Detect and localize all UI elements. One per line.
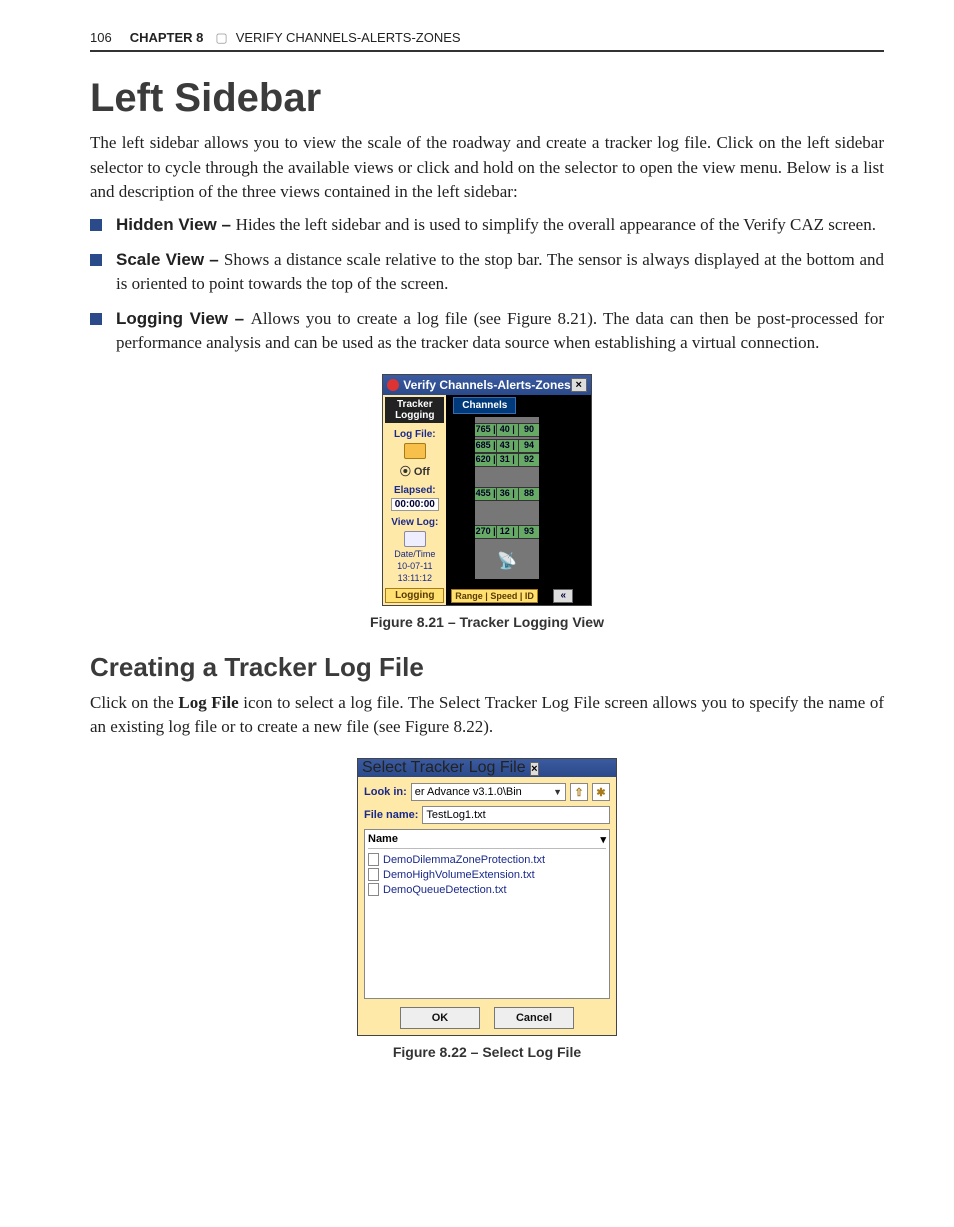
list-item: Logging View – Allows you to create a lo…	[90, 307, 884, 356]
list-item-text: Logging View – Allows you to create a lo…	[116, 307, 884, 356]
page-number: 106	[90, 30, 112, 45]
header-rule	[90, 50, 884, 52]
view-log-label: View Log:	[385, 517, 444, 528]
header-square-icon: ▢	[215, 30, 227, 46]
lane-display: 765 |40 |90 685 |43 |94 620 |31 |92 455 …	[475, 417, 539, 579]
close-icon[interactable]: ×	[530, 762, 538, 776]
vehicle-row: 685 |43 |94	[475, 439, 539, 453]
lookin-label: Look in:	[364, 786, 407, 798]
vehicle-row: 455 |36 |88	[475, 487, 539, 501]
list-item-text: Hidden View – Hides the left sidebar and…	[116, 213, 884, 238]
filename-row: File name:	[364, 806, 610, 824]
section-title: Left Sidebar	[90, 76, 884, 121]
cancel-button[interactable]: Cancel	[494, 1007, 574, 1029]
select-log-file-window: Select Tracker Log File × Look in: er Ad…	[357, 758, 617, 1036]
subsection-paragraph: Click on the Log File icon to select a l…	[90, 691, 884, 740]
chapter-label: CHAPTER 8	[130, 30, 204, 45]
subsection-title: Creating a Tracker Log File	[90, 652, 884, 683]
up-folder-icon[interactable]: ⇧	[570, 783, 588, 801]
folder-icon[interactable]	[404, 443, 426, 459]
log-file-label: Log File:	[385, 429, 444, 440]
file-icon	[368, 853, 379, 866]
figure-8-22: Select Tracker Log File × Look in: er Ad…	[90, 758, 884, 1060]
close-icon[interactable]: ×	[571, 378, 587, 392]
list-item-lead: Hidden View –	[116, 215, 236, 234]
dialog-button-row: OK Cancel	[364, 1007, 610, 1029]
window-titlebar: Select Tracker Log File ×	[358, 759, 616, 777]
page-header: 106 CHAPTER 8 ▢ VERIFY CHANNELS-ALERTS-Z…	[90, 30, 884, 46]
lookin-select[interactable]: er Advance v3.1.0\Bin▼	[411, 783, 566, 801]
ok-button[interactable]: OK	[400, 1007, 480, 1029]
channels-tab[interactable]: Channels	[453, 397, 516, 414]
list-item-body: Hides the left sidebar and is used to si…	[236, 215, 876, 234]
list-item-lead: Scale View –	[116, 250, 224, 269]
list-header[interactable]: Name▾	[368, 833, 606, 849]
bullet-list: Hidden View – Hides the left sidebar and…	[90, 213, 884, 356]
file-listbox[interactable]: Name▾ DemoDilemmaZoneProtection.txt Demo…	[364, 829, 610, 999]
figure-8-22-caption: Figure 8.22 – Select Log File	[90, 1044, 884, 1060]
intro-paragraph: The left sidebar allows you to view the …	[90, 131, 884, 205]
file-item[interactable]: DemoHighVolumeExtension.txt	[368, 867, 606, 882]
figure-8-21: Verify Channels-Alerts-Zones × Tracker L…	[90, 374, 884, 630]
channels-pane: Channels 765 |40 |90 685 |43 |94 620 |31…	[447, 395, 577, 605]
sensor-icon: 📡	[497, 551, 517, 571]
chevron-down-icon: ▼	[553, 787, 562, 797]
range-speed-id-tabs[interactable]: Range | Speed | ID	[451, 589, 538, 603]
vehicle-row: 620 |31 |92	[475, 453, 539, 467]
view-log-icon[interactable]	[404, 531, 426, 547]
list-item-lead: Logging View –	[116, 309, 251, 328]
record-off-icon[interactable]: ⦿ Off	[385, 463, 444, 479]
window-title: Verify Channels-Alerts-Zones	[403, 378, 570, 392]
list-item: Hidden View – Hides the left sidebar and…	[90, 213, 884, 238]
vehicle-row: 765 |40 |90	[475, 423, 539, 437]
file-icon	[368, 868, 379, 881]
window-titlebar: Verify Channels-Alerts-Zones ×	[383, 375, 590, 395]
collapse-button[interactable]: «	[553, 589, 573, 603]
bullet-icon	[90, 219, 102, 231]
logging-tab[interactable]: Logging	[385, 588, 444, 603]
bullet-icon	[90, 254, 102, 266]
sort-arrow-icon: ▾	[600, 833, 606, 846]
vehicle-row: 270 |12 |93	[475, 525, 539, 539]
filename-input[interactable]	[422, 806, 610, 824]
time-value: 13:11:12	[385, 574, 444, 584]
new-folder-icon[interactable]: ✱	[592, 783, 610, 801]
elapsed-label: Elapsed:	[385, 485, 444, 496]
file-icon	[368, 883, 379, 896]
figure-8-21-caption: Figure 8.21 – Tracker Logging View	[90, 614, 884, 630]
datetime-label: Date/Time	[385, 550, 444, 560]
bullet-icon	[90, 313, 102, 325]
sidebar-tab[interactable]: Tracker Logging	[385, 397, 444, 423]
list-item: Scale View – Shows a distance scale rela…	[90, 248, 884, 297]
elapsed-value: 00:00:00	[391, 498, 439, 511]
chapter-title: VERIFY CHANNELS-ALERTS-ZONES	[236, 30, 461, 45]
lookin-row: Look in: er Advance v3.1.0\Bin▼ ⇧ ✱	[364, 783, 610, 801]
app-icon	[387, 379, 399, 391]
window-title: Select Tracker Log File	[362, 759, 526, 776]
verify-caz-window: Verify Channels-Alerts-Zones × Tracker L…	[382, 374, 591, 606]
log-file-bold: Log File	[178, 693, 238, 712]
date-value: 10-07-11	[385, 562, 444, 572]
tracker-logging-sidebar: Tracker Logging Log File: ⦿ Off Elapsed:…	[383, 395, 447, 605]
list-item-body: Shows a distance scale relative to the s…	[116, 250, 884, 294]
list-item-text: Scale View – Shows a distance scale rela…	[116, 248, 884, 297]
file-item[interactable]: DemoDilemmaZoneProtection.txt	[368, 852, 606, 867]
file-item[interactable]: DemoQueueDetection.txt	[368, 882, 606, 897]
filename-label: File name:	[364, 809, 418, 821]
